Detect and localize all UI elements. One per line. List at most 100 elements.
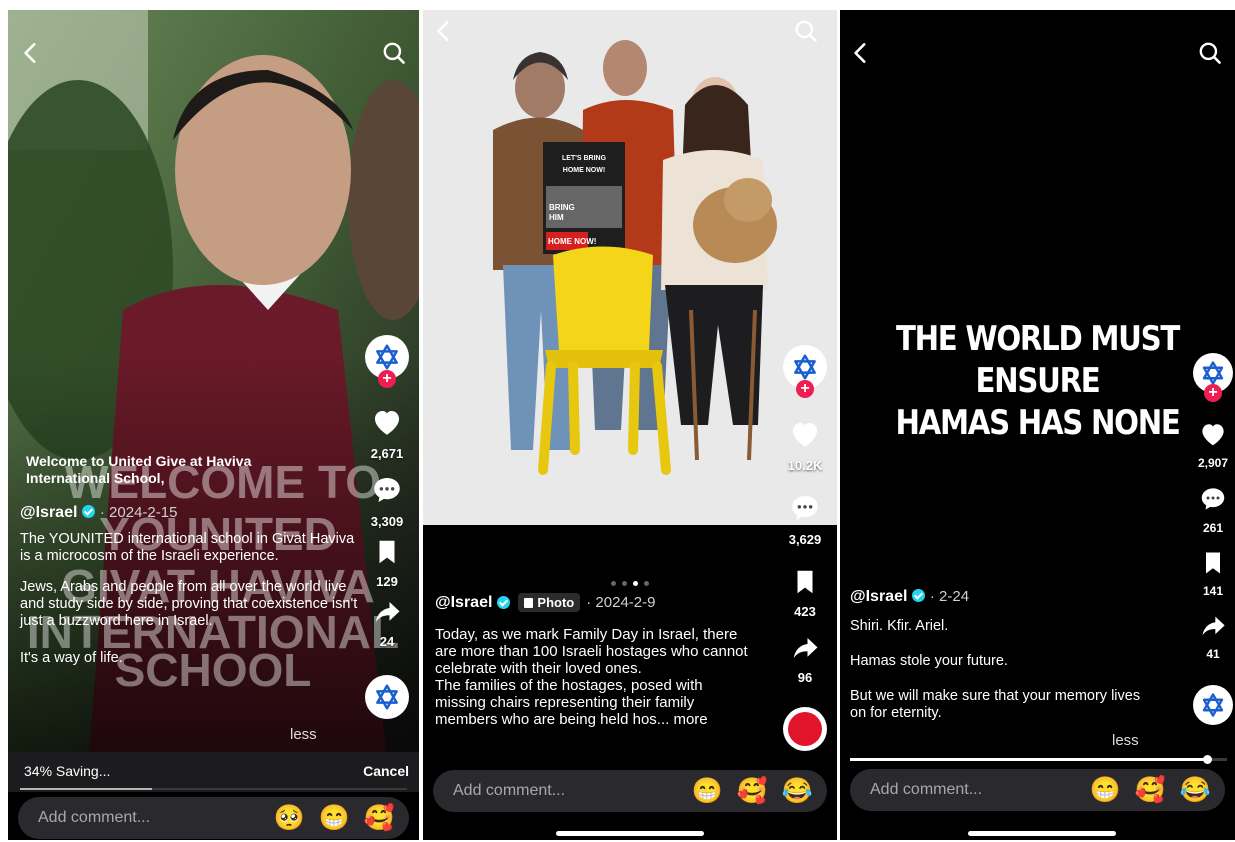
bookmark-button[interactable]: 141 [1191,549,1235,598]
saving-track [20,788,407,790]
video-progress-fill [850,755,1213,764]
comment-button[interactable]: 3,309 [361,473,413,529]
heart-face-emoji-button[interactable]: 🥰 [364,805,395,831]
back-icon[interactable] [431,18,457,44]
description-p2: Jews, Arabs and people from all over the… [20,579,358,629]
share-button[interactable]: 96 [779,633,831,685]
action-rail: + 2,671 3,309 129 24 [361,335,413,719]
headline-line-2: HAMAS HAS NONE [895,403,1180,443]
comment-placeholder: Add comment... [453,782,566,799]
home-indicator[interactable] [556,831,704,836]
follow-button[interactable]: + [1204,384,1222,402]
comment-count: 3,309 [370,514,404,529]
less-link[interactable]: less [1112,732,1139,749]
laugh-emoji-button[interactable]: 😂 [782,778,813,804]
share-button[interactable]: 24 [361,597,413,649]
bookmark-button[interactable]: 129 [361,537,413,589]
author-avatar[interactable]: + [365,335,409,388]
photo-hostage-family[interactable]: LET'S BRING HOME NOW! BRING HIM HOME NOW… [423,10,837,525]
action-rail: + 10.2K 3,629 423 96 [779,345,831,751]
sound-avatar[interactable] [1193,685,1233,725]
like-button[interactable]: 2,671 [361,405,413,461]
heart-icon [787,417,823,451]
description-p3: It's a way of life. [20,650,123,666]
follow-button[interactable]: + [378,370,396,388]
author-avatar[interactable]: + [1193,353,1233,402]
cancel-button[interactable]: Cancel [363,763,409,779]
grin-emoji-button[interactable]: 😁 [692,778,723,804]
like-button[interactable]: 10.2K [779,417,831,473]
sound-disc-icon [788,712,822,746]
comment-input[interactable]: Add comment... 😁 🥰 😂 [433,770,827,812]
action-rail: + 2,907 261 141 41 [1191,353,1235,725]
carousel-dot[interactable] [611,581,616,586]
share-count: 24 [379,634,395,649]
heart-icon [369,405,405,439]
share-icon [789,633,821,663]
carousel-dot[interactable] [633,581,638,586]
carousel-dot[interactable] [622,581,627,586]
description-p1: The YOUNITED international school in Giv… [20,531,355,564]
sound-avatar[interactable] [783,707,827,751]
like-button[interactable]: 2,907 [1191,419,1235,470]
poster-text-2: HOME NOW! [563,167,605,174]
post-date: · 2024-2-9 [586,594,656,611]
comment-placeholder: Add comment... [870,781,983,798]
author-avatar[interactable]: + [783,345,827,398]
laugh-emoji-button[interactable]: 😂 [1180,777,1211,803]
video-progress-track[interactable] [850,755,1227,764]
poster-text-5: HOME NOW! [548,237,596,246]
home-indicator[interactable] [968,831,1116,836]
share-button[interactable]: 41 [1191,612,1235,661]
comment-input[interactable]: Add comment... 😁 🥰 😂 [850,769,1225,811]
grin-emoji-button[interactable]: 😁 [319,805,350,831]
grin-emoji-button[interactable]: 😁 [1090,777,1121,803]
post-info: @Israel · 2024-2-15 The YOUNITED interna… [20,504,365,667]
description-p1: Shiri. Kfir. Ariel. [850,618,949,634]
comment-input[interactable]: Add comment... 🥺 😁 🥰 [18,797,409,839]
comment-button[interactable]: 3,629 [779,491,831,547]
star-of-david-icon [371,341,403,373]
video-panel-3: THE WORLD MUST ENSURE HAMAS HAS NONE @Is… [840,10,1235,840]
comment-icon [788,491,822,525]
post-info: @Israel Photo · 2024-2-9 Today, as we ma… [435,593,755,728]
more-link[interactable]: more [673,711,707,728]
search-icon[interactable] [381,40,407,66]
author-handle[interactable]: @Israel [850,588,907,605]
pleading-emoji-button[interactable]: 🥺 [274,805,305,831]
description-p1: Today, as we mark Family Day in Israel, … [435,626,748,677]
share-icon [1198,612,1228,640]
comment-count: 261 [1202,521,1224,535]
progress-thumb[interactable] [1203,755,1213,764]
author-handle[interactable]: @Israel [20,504,77,521]
heart-face-emoji-button[interactable]: 🥰 [1135,777,1166,803]
verified-icon [912,589,926,602]
comment-button[interactable]: 261 [1191,484,1235,535]
heart-face-emoji-button[interactable]: 🥰 [737,778,768,804]
comment-icon [370,473,404,507]
back-icon[interactable] [848,40,874,66]
author-handle[interactable]: @Israel [435,594,492,612]
less-link[interactable]: less [290,726,317,743]
bookmark-count: 423 [794,604,816,619]
like-count: 2,671 [370,446,404,461]
photo-panel-2: LET'S BRING HOME NOW! BRING HIM HOME NOW… [423,10,837,840]
video-headline: THE WORLD MUST ENSURE HAMAS HAS NONE [868,318,1208,444]
back-icon[interactable] [18,40,44,66]
bookmark-button[interactable]: 423 [779,567,831,619]
star-of-david-icon [789,351,821,383]
search-icon[interactable] [1197,40,1223,66]
poster-text-3: BRING [549,203,575,212]
saving-progress-fill [20,788,152,790]
photo-tag: Photo [518,593,581,612]
bookmark-count: 141 [1202,584,1224,598]
post-date: · 2024-2-15 [99,504,178,521]
follow-button[interactable]: + [796,380,814,398]
sound-avatar[interactable] [365,675,409,719]
bookmark-icon [372,537,402,567]
saving-status: 34% Saving... [24,763,111,779]
search-icon[interactable] [793,18,819,44]
carousel-dot[interactable] [644,581,649,586]
comment-placeholder: Add comment... [38,809,151,826]
share-icon [371,597,403,627]
